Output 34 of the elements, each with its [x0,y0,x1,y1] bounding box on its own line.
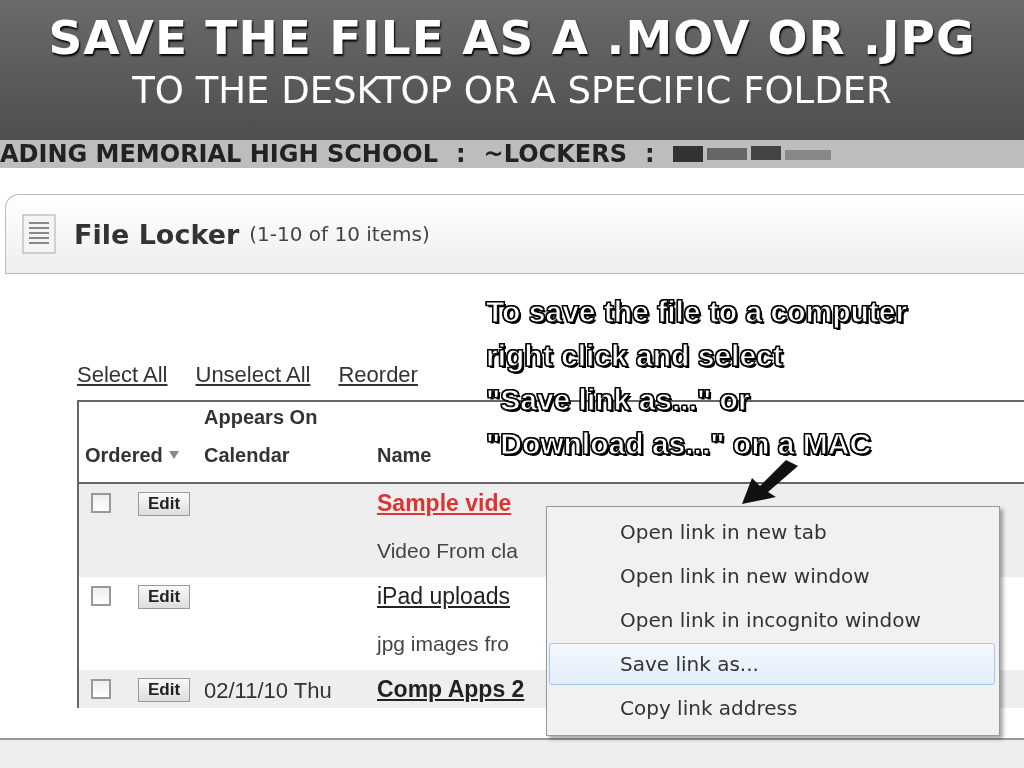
menu-item[interactable]: Open link in incognito window [549,599,995,641]
column-header[interactable]: Name [377,436,432,474]
breadcrumb-separator: : [644,140,655,168]
sort-icon [168,451,179,459]
action-link[interactable]: Reorder [338,362,418,388]
action-link[interactable]: Unselect All [195,362,311,388]
edit-button[interactable]: Edit [138,585,191,609]
breadcrumb-separator: : [456,140,466,168]
menu-item[interactable]: Open link in new tab [549,511,995,553]
breadcrumb-item[interactable]: ~LOCKERS [483,140,627,168]
pointer-arrow [742,460,798,504]
file-description: Video From cla [377,539,518,563]
slide-title: SAVE THE FILE AS A .MOV OR .JPG [48,10,976,66]
file-link[interactable]: Comp Apps 2 [377,676,525,703]
menu-item[interactable]: Copy link address [549,687,995,729]
column-header[interactable]: Ordered [85,436,163,474]
column-header[interactable]: Appears On Calendar [204,398,354,474]
item-count: (1-10 of 10 items) [249,222,430,246]
checkbox[interactable] [91,493,111,513]
menu-item[interactable]: Save link as... [549,643,995,685]
checkbox[interactable] [91,586,111,606]
edit-button[interactable]: Edit [138,678,191,702]
edit-button[interactable]: Edit [138,492,191,516]
menu-item[interactable]: Open link in new window [549,555,995,597]
breadcrumb-item[interactable]: ADING MEMORIAL HIGH SCHOOL [0,140,438,168]
list-icon [22,214,56,254]
date-text: 02/11/10 Thu [204,678,332,703]
file-description: jpg images fro [377,632,510,656]
action-link[interactable]: Select All [77,362,168,388]
checkbox[interactable] [91,679,111,699]
panel-title: File Locker [74,218,240,250]
file-link[interactable]: iPad uploads [377,583,510,610]
slide-subtitle: TO THE DESKTOP OR A SPECIFIC FOLDER [132,68,892,114]
file-link[interactable]: Sample vide [377,490,518,517]
